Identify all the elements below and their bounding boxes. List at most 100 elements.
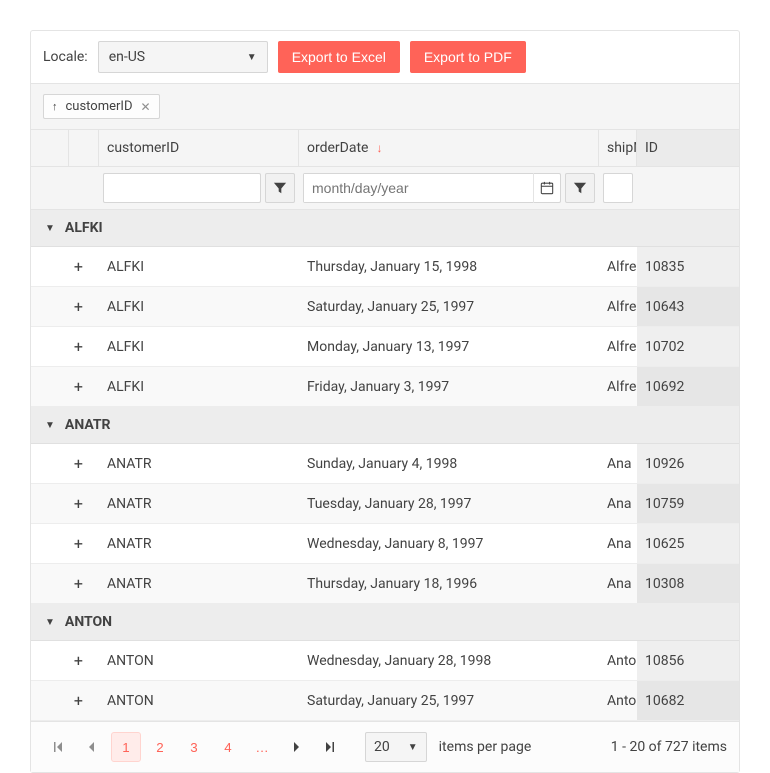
group-name: ANATR [65, 417, 111, 433]
collapse-icon[interactable]: ▼ [45, 420, 55, 431]
column-header-orderDate[interactable]: orderDate ↓ [299, 130, 599, 166]
cell-id: 10926 [637, 444, 739, 483]
group-name: ANTON [65, 614, 112, 630]
plus-icon[interactable]: + [74, 297, 83, 316]
group-name: ALFKI [65, 220, 103, 236]
plus-icon[interactable]: + [74, 454, 83, 473]
filter-button-orderDate[interactable] [565, 173, 595, 203]
cell-id: 10759 [637, 484, 739, 523]
grid-filter-row [31, 167, 739, 210]
header-cell-group-expander [31, 130, 69, 166]
group-row[interactable]: ▼ ANATR [31, 407, 739, 444]
cell-id: 10643 [637, 287, 739, 326]
cell-orderdate: Saturday, January 25, 1997 [299, 287, 599, 326]
page-size-label: items per page [439, 739, 532, 755]
cell-shipname: Alfreds [599, 327, 637, 366]
grid-body: ▼ALFKI+ALFKIThursday, January 15, 1998Al… [31, 210, 739, 721]
cell-shipname: Antonio [599, 681, 637, 720]
header-cell-detail-expander [69, 130, 99, 166]
last-page-icon [324, 741, 336, 753]
cell-customer: ALFKI [99, 367, 299, 406]
expand-cell: + [31, 327, 99, 366]
pager-more-button[interactable]: … [247, 732, 277, 762]
table-row: + ALFKIMonday, January 13, 1997Alfreds107… [31, 327, 739, 367]
page-size-select[interactable]: 20 ▼ [365, 732, 427, 762]
column-header-customerID[interactable]: customerID [99, 130, 299, 166]
expand-cell: + [31, 641, 99, 680]
cell-shipname: Ana [599, 444, 637, 483]
export-excel-button[interactable]: Export to Excel [278, 41, 400, 73]
plus-icon[interactable]: + [74, 257, 83, 276]
cell-id: 10682 [637, 681, 739, 720]
column-header-label: shipName [607, 140, 637, 156]
group-row[interactable]: ▼ ALFKI [31, 210, 739, 247]
filter-button-customerID[interactable] [265, 173, 295, 203]
cell-shipname: Ana [599, 484, 637, 523]
group-chip-customerID[interactable]: ↑ customerID ✕ [43, 94, 160, 119]
plus-icon[interactable]: + [74, 337, 83, 356]
cell-id: 10702 [637, 327, 739, 366]
pager-page-button[interactable]: 2 [145, 732, 175, 762]
funnel-icon [273, 181, 287, 195]
plus-icon[interactable]: + [74, 574, 83, 593]
expand-cell: + [31, 564, 99, 603]
pager-prev-button[interactable] [77, 732, 107, 762]
cell-id: 10856 [637, 641, 739, 680]
collapse-icon[interactable]: ▼ [45, 617, 55, 628]
close-icon[interactable]: ✕ [141, 100, 151, 114]
pager-page-button[interactable]: 3 [179, 732, 209, 762]
caret-down-icon: ▼ [408, 742, 418, 753]
table-row: +ANTONWednesday, January 28, 1998Antonio… [31, 641, 739, 681]
column-header-shipName[interactable]: shipName [599, 130, 637, 166]
locale-select[interactable]: en-US ▼ [98, 41, 268, 73]
pager-page-button[interactable]: 1 [111, 732, 141, 762]
plus-icon[interactable]: + [74, 377, 83, 396]
pager-last-button[interactable] [315, 732, 345, 762]
table-row: +ALFKISaturday, January 25, 1997Alfreds1… [31, 287, 739, 327]
export-pdf-button[interactable]: Export to PDF [410, 41, 526, 73]
plus-icon[interactable]: + [74, 534, 83, 553]
cell-id: 10308 [637, 564, 739, 603]
cell-orderdate: Friday, January 3, 1997 [299, 367, 599, 406]
plus-icon[interactable]: + [74, 494, 83, 513]
cell-orderdate: Wednesday, January 28, 1998 [299, 641, 599, 680]
group-row[interactable]: ▼ ANTON [31, 604, 739, 641]
pager-next-button[interactable] [281, 732, 311, 762]
expand-cell: + [31, 247, 99, 286]
caret-down-icon: ▼ [247, 52, 257, 63]
filter-input-customerID[interactable] [103, 173, 261, 203]
grid-wrapper: Locale: en-US ▼ Export to Excel Export t… [30, 30, 740, 773]
collapse-icon[interactable]: ▼ [45, 223, 55, 234]
arrow-up-icon: ↑ [52, 100, 58, 113]
plus-icon[interactable]: + [74, 651, 83, 670]
cell-orderdate: Monday, January 13, 1997 [299, 327, 599, 366]
plus-icon[interactable]: + [74, 691, 83, 710]
filter-input-shipName[interactable] [603, 173, 633, 203]
cell-customer: ANATR [99, 524, 299, 563]
cell-customer: ALFKI [99, 287, 299, 326]
filter-input-orderDate[interactable] [304, 174, 533, 202]
cell-orderdate: Saturday, January 25, 1997 [299, 681, 599, 720]
pager-first-button[interactable] [43, 732, 73, 762]
expand-cell: + [31, 367, 99, 406]
table-row: +ALFKIThursday, January 15, 1998Alfreds1… [31, 247, 739, 287]
group-chip-label: customerID [66, 99, 133, 114]
column-header-id[interactable]: ID [637, 130, 739, 166]
column-header-label: customerID [107, 140, 179, 156]
pager-info: 1 - 20 of 727 items [611, 739, 727, 755]
table-row: +ALFKIFriday, January 3, 1997Alfreds1069… [31, 367, 739, 407]
expand-cell: + [31, 524, 99, 563]
cell-customer: ANTON [99, 681, 299, 720]
cell-customer: ALFKI [99, 327, 299, 366]
table-row: +ANATRSunday, January 4, 1998Ana10926 [31, 444, 739, 484]
expand-cell: + [31, 444, 99, 483]
page-size-value: 20 [374, 739, 390, 755]
cell-orderdate: Wednesday, January 8, 1997 [299, 524, 599, 563]
cell-id: 10692 [637, 367, 739, 406]
date-input-wrap [303, 173, 561, 203]
calendar-button[interactable] [533, 173, 560, 203]
cell-orderdate: Tuesday, January 28, 1997 [299, 484, 599, 523]
pager-page-button[interactable]: 4 [213, 732, 243, 762]
cell-customer: ANATR [99, 564, 299, 603]
column-header-label: orderDate [307, 140, 368, 156]
